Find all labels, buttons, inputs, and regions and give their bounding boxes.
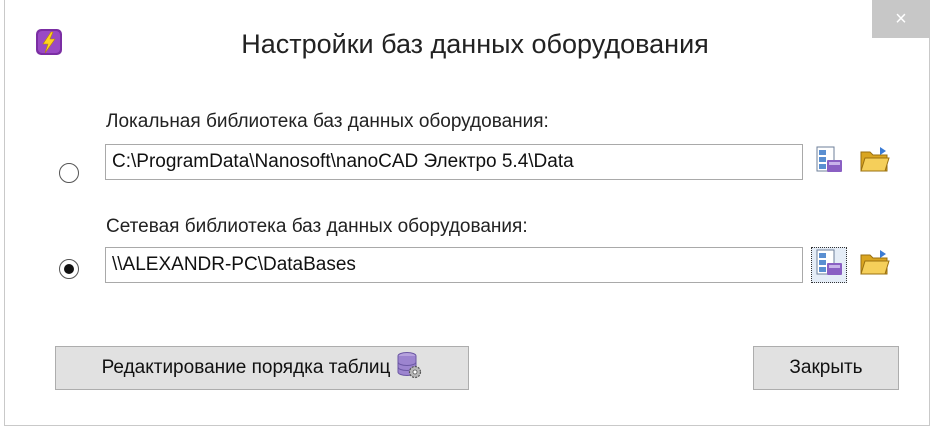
local-browse-folder-button[interactable] — [857, 144, 893, 180]
local-database-settings-button[interactable] — [811, 144, 847, 180]
close-button-label: Закрыть — [789, 357, 863, 378]
local-library-radio[interactable] — [59, 163, 79, 183]
database-gear-icon — [396, 351, 422, 385]
local-library-label: Локальная библиотека баз данных оборудов… — [106, 111, 549, 132]
database-settings-icon — [814, 248, 844, 283]
edit-table-order-button[interactable]: Редактирование порядка таблиц — [55, 346, 469, 390]
open-folder-icon — [859, 145, 891, 180]
dialog-content: Локальная библиотека баз данных оборудов… — [23, 84, 910, 419]
close-icon: × — [895, 7, 907, 30]
settings-dialog: Настройки баз данных оборудования × Лока… — [0, 0, 934, 430]
network-library-radio[interactable] — [59, 259, 79, 279]
network-library-label: Сетевая библиотека баз данных оборудован… — [106, 216, 528, 237]
network-database-settings-button[interactable] — [811, 247, 847, 283]
close-window-button[interactable]: × — [872, 0, 930, 38]
network-browse-folder-button[interactable] — [857, 247, 893, 283]
window-title: Настройки баз данных оборудования — [241, 29, 709, 59]
close-button[interactable]: Закрыть — [753, 346, 899, 390]
local-library-path-field[interactable] — [105, 144, 803, 180]
database-settings-icon — [814, 145, 844, 180]
edit-table-order-label: Редактирование порядка таблиц — [101, 357, 391, 378]
title-bar: Настройки баз данных оборудования — [5, 0, 929, 84]
open-folder-icon — [859, 248, 891, 283]
network-library-path-field[interactable] — [105, 247, 803, 283]
lightning-icon — [35, 28, 63, 56]
